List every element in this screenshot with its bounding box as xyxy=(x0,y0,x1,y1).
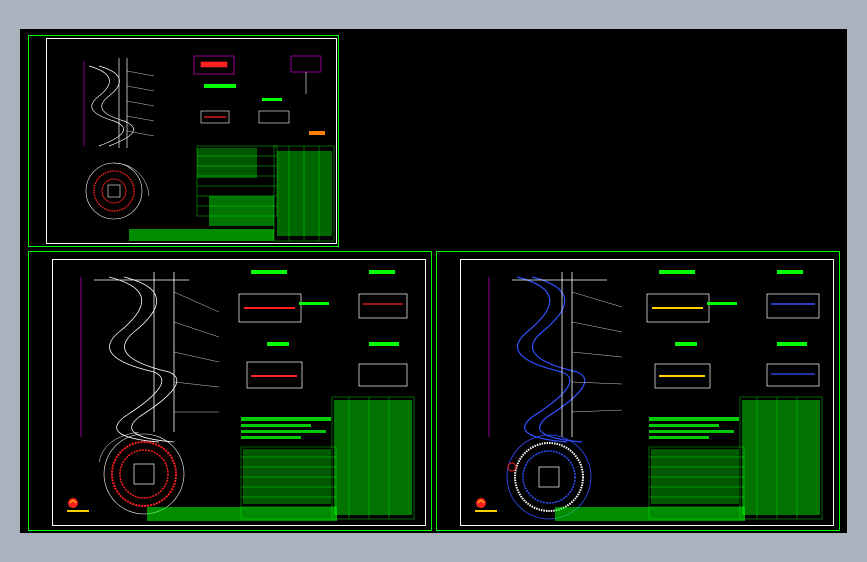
leader-lines xyxy=(126,70,155,137)
sheet-2-graphics xyxy=(67,270,415,521)
leader-lines xyxy=(173,291,220,413)
sheet-1-graphics xyxy=(83,55,335,242)
sheet-3-graphics xyxy=(475,270,823,521)
cad-logo-icon xyxy=(67,498,89,512)
section-details xyxy=(646,293,820,389)
helix-elevation xyxy=(512,272,607,443)
title-block xyxy=(129,148,332,241)
cad-drawing-viewport[interactable] xyxy=(20,29,847,533)
cad-logo-icon xyxy=(475,498,497,512)
stair-plan xyxy=(506,434,592,520)
drawing-sheet-2[interactable] xyxy=(28,251,432,531)
detail-titles xyxy=(204,84,325,135)
section-details xyxy=(238,293,408,389)
helix-elevation xyxy=(88,58,134,148)
section-details xyxy=(193,55,322,124)
drawing-sheet-1[interactable] xyxy=(28,35,339,247)
helix-elevation xyxy=(94,272,189,443)
leader-lines xyxy=(571,291,623,413)
stair-plan xyxy=(98,431,185,515)
general-notes xyxy=(649,417,739,439)
stair-plan xyxy=(85,162,150,220)
general-notes xyxy=(241,417,331,439)
drawing-sheet-3[interactable] xyxy=(436,251,840,531)
